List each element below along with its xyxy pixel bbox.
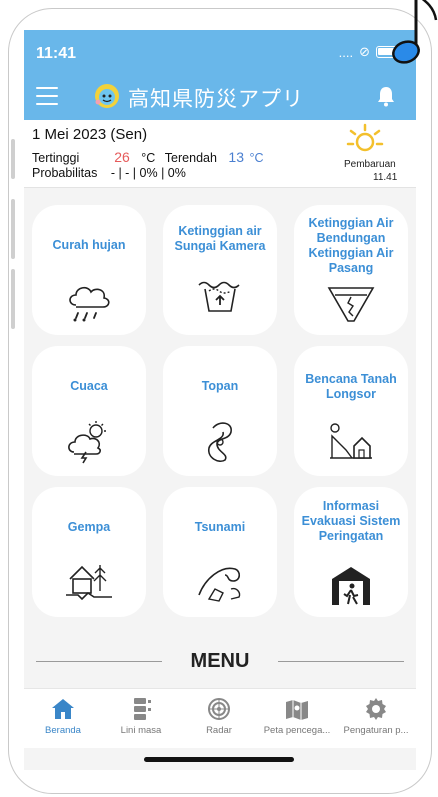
nav-settings[interactable]: Pengaturan p... (336, 697, 416, 736)
side-button (11, 139, 15, 179)
update-label: Pembaruan (344, 159, 396, 170)
menu-section-divider: MENU (36, 650, 404, 674)
low-unit: °C (249, 151, 264, 165)
update-time: 11.41 (373, 172, 398, 183)
high-label: Tertinggi (32, 151, 80, 165)
nav-prevention-map[interactable]: Peta pencega... (258, 697, 336, 736)
hamburger-menu-icon[interactable] (36, 87, 58, 105)
tile-weather[interactable]: Cuaca (32, 346, 146, 476)
tile-dam-tide-level[interactable]: Ketinggian Air Bendungan Ketinggian Air … (294, 205, 408, 335)
nav-label: Radar (206, 725, 232, 736)
tile-landslide[interactable]: Bencana Tanah Longsor (294, 346, 408, 476)
landslide-icon (330, 423, 372, 459)
top-bar: 11:41 .... ⊘ 高知県防災アプリ (24, 30, 416, 120)
bottom-navigation: Beranda Lini masa Radar Peta pencega... … (24, 688, 416, 748)
tile-label: Curah hujan (52, 238, 126, 252)
timeline-icon (134, 698, 151, 720)
side-button (11, 199, 15, 259)
bell-icon[interactable] (374, 84, 398, 108)
radar-icon (208, 698, 230, 720)
rain-cloud-icon (69, 286, 110, 322)
tile-label: Cuaca (70, 379, 108, 393)
sun-icon (346, 123, 384, 152)
signal-indicator: .... (338, 44, 354, 60)
weather-summary: 1 Mei 2023 (Sen) Tertinggi 26 °C Terenda… (24, 120, 416, 188)
evacuation-icon (332, 567, 370, 605)
tile-label: Topan (201, 379, 239, 393)
divider-line (278, 661, 404, 662)
tile-label: Ketinggian Air Bendungan Ketinggian Air … (308, 216, 394, 275)
gear-icon (366, 698, 386, 720)
low-value: 13 (228, 149, 244, 165)
side-button (11, 269, 15, 329)
nav-label: Pengaturan p... (343, 725, 409, 736)
tile-river-level-camera[interactable]: Ketinggian air Sungai Kamera (163, 205, 277, 335)
nav-label: Beranda (45, 725, 81, 736)
app-bar: 高知県防災アプリ (24, 78, 416, 120)
low-label: Terendah (164, 151, 217, 165)
tsunami-icon (198, 567, 241, 602)
status-time: 11:41 (36, 45, 77, 62)
weather-storm-icon (68, 421, 106, 464)
home-icon (52, 699, 74, 719)
home-indicator (144, 757, 294, 762)
tile-label: Ketinggian air Sungai Kamera (174, 224, 266, 253)
tile-label: Bencana Tanah Longsor (305, 372, 397, 401)
tile-evacuation-warning[interactable]: Informasi Evakuasi Sistem Peringatan (294, 487, 408, 617)
temperature-row: Tertinggi 26 °C Terendah 13 °C (32, 149, 264, 165)
earthquake-icon (66, 565, 112, 601)
mascot-logo-icon (95, 84, 119, 108)
weather-date: 1 Mei 2023 (Sen) (32, 126, 148, 143)
tile-typhoon[interactable]: Topan (163, 346, 277, 476)
tile-earthquake[interactable]: Gempa (32, 487, 146, 617)
tile-label: Gempa (67, 520, 111, 534)
nav-label: Lini masa (120, 725, 162, 736)
dam-level-icon (327, 287, 375, 322)
tile-tsunami[interactable]: Tsunami (163, 487, 277, 617)
app-title: 高知県防災アプリ (128, 87, 304, 111)
probability-label: Probabilitas (32, 166, 98, 180)
tile-label: Informasi Evakuasi Sistem Peringatan (301, 499, 401, 543)
nav-home[interactable]: Beranda (24, 697, 102, 736)
tile-rainfall[interactable]: Curah hujan (32, 205, 146, 335)
app-screen: 11:41 .... ⊘ 高知県防災アプリ 1 Mei 2023 (Sen) T… (24, 30, 416, 770)
high-unit: °C (141, 151, 156, 165)
nav-label: Peta pencega... (263, 725, 331, 736)
typhoon-icon (208, 422, 232, 463)
link-icon: ⊘ (359, 44, 370, 59)
tile-label: Tsunami (194, 520, 246, 534)
probability-value: - | - | 0% | 0% (110, 166, 186, 180)
music-note-icon (392, 0, 438, 64)
probability-row: Probabilitas - | - | 0% | 0% (32, 166, 186, 180)
high-value: 26 (114, 149, 130, 165)
nav-timeline[interactable]: Lini masa (102, 697, 180, 736)
map-icon (286, 700, 308, 720)
nav-radar[interactable]: Radar (180, 697, 258, 736)
river-level-icon (198, 281, 240, 312)
